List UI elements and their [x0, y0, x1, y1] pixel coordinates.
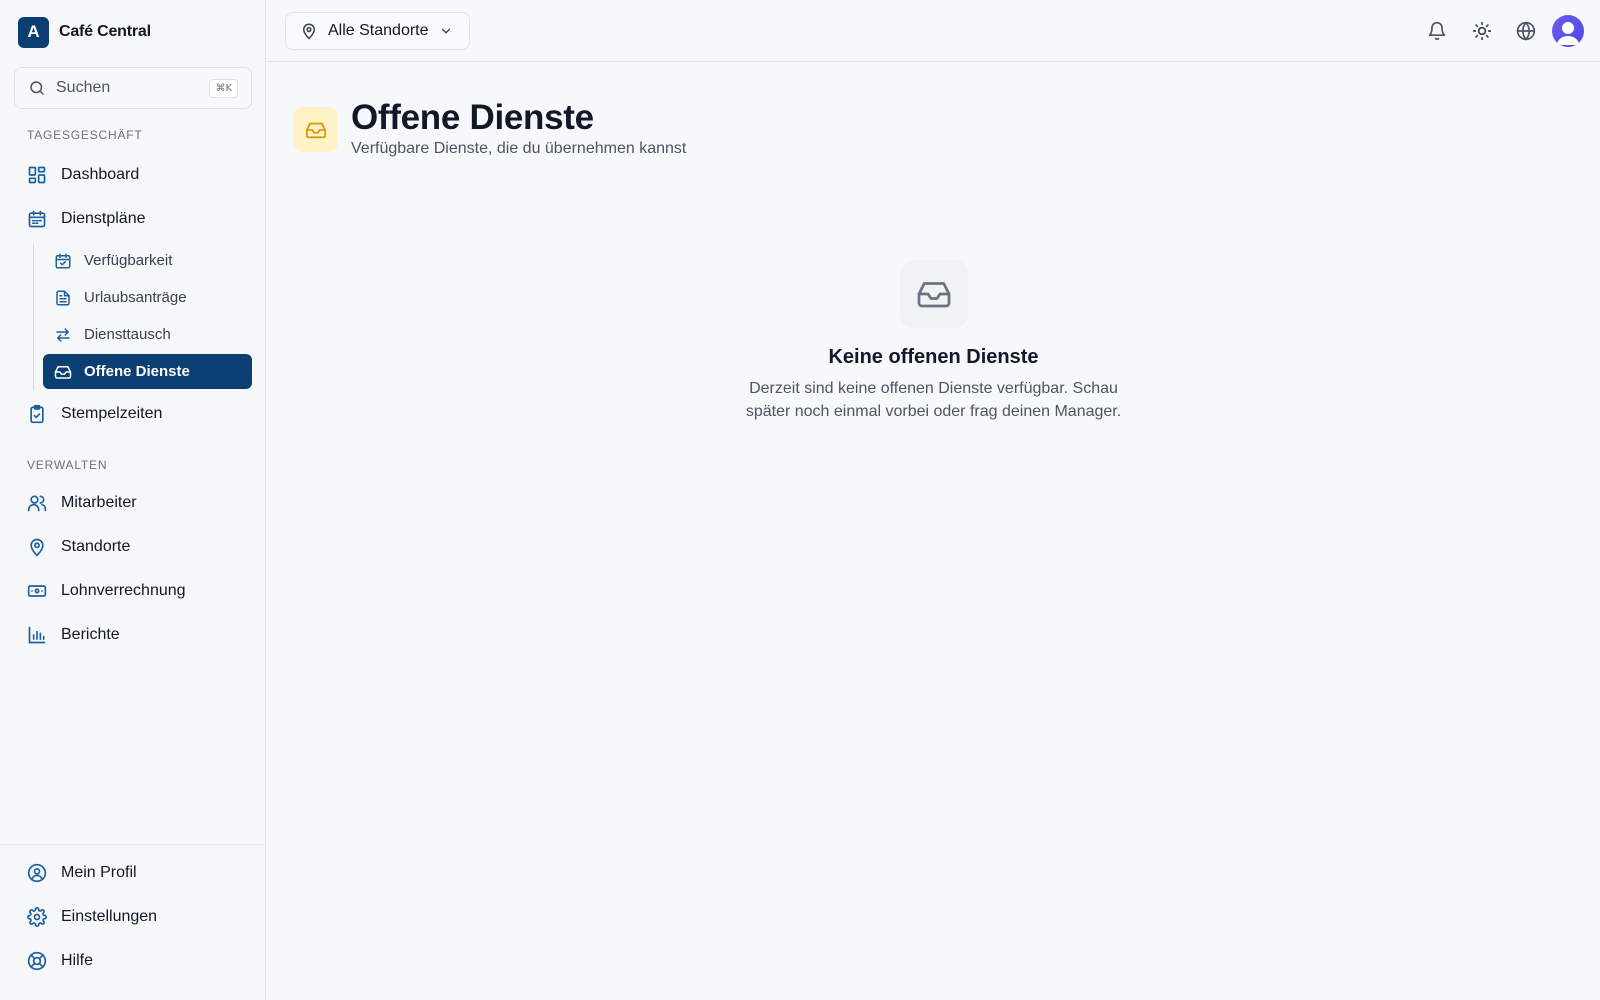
page-icon: [293, 107, 338, 152]
sidebar-item-label: Dashboard: [61, 166, 140, 183]
section-label-daily: TAGESGESCHÄFT: [27, 128, 143, 142]
bar-chart-icon: [28, 626, 46, 644]
sidebar-subitem-shift-swap[interactable]: Diensttausch: [43, 317, 252, 352]
sidebar-item-label: Stempelzeiten: [61, 405, 163, 422]
page-title: Offene Dienste: [351, 98, 594, 137]
empty-state: Keine offenen Dienste Derzeit sind keine…: [640, 260, 1227, 423]
empty-state-text: Derzeit sind keine offenen Dienste verfü…: [745, 380, 1122, 420]
chevron-down-icon: [441, 28, 450, 34]
sidebar-subitem-open-shifts[interactable]: Offene Dienste: [43, 354, 252, 389]
banknote-icon: [27, 585, 47, 597]
section-label-manage: VERWALTEN: [27, 458, 108, 472]
user-avatar-icon: [1557, 22, 1579, 45]
sidebar-item-locations[interactable]: Standorte: [14, 528, 252, 566]
sidebar-footer: Mein Profil Einstellungen Hilfe: [0, 844, 265, 1000]
sidebar-item-label: Hilfe: [61, 952, 94, 969]
sidebar-item-label: Mitarbeiter: [61, 494, 137, 511]
sidebar: A Café Central Suchen ⌘K TAGESGESCHÄFT D…: [0, 0, 266, 1000]
search-icon: [30, 81, 44, 95]
empty-state-icon-box: [899, 260, 968, 328]
inbox-icon: [54, 365, 72, 379]
dashboard-icon: [28, 166, 46, 184]
topbar: Alle Standorte: [266, 0, 1600, 62]
location-select-value: Alle Standorte: [328, 22, 429, 39]
users-icon: [27, 495, 47, 512]
language-button[interactable]: [1514, 19, 1538, 43]
sun-icon: [1472, 21, 1492, 41]
search-input[interactable]: Suchen ⌘K: [14, 67, 252, 109]
file-text-icon: [56, 290, 70, 305]
sidebar-item-dashboard[interactable]: Dashboard: [14, 156, 252, 194]
sidebar-item-label: Einstellungen: [61, 908, 158, 925]
brand[interactable]: A Café Central: [18, 16, 151, 48]
brand-logo: A: [18, 16, 49, 48]
sidebar-item-timesheets[interactable]: Stempelzeiten: [14, 395, 252, 433]
search-shortcut-badge: ⌘K: [209, 78, 238, 98]
sidebar-item-profile[interactable]: Mein Profil: [14, 854, 252, 892]
swap-arrows-icon: [56, 327, 70, 342]
brand-name: Café Central: [59, 23, 151, 40]
search-placeholder: Suchen: [56, 79, 111, 96]
theme-toggle-button[interactable]: [1470, 19, 1494, 43]
sidebar-subitem-label: Diensttausch: [84, 326, 171, 343]
sidebar-item-reports[interactable]: Berichte: [14, 616, 252, 654]
sidebar-item-label: Lohnverrechnung: [61, 582, 186, 599]
bell-icon: [1428, 21, 1446, 41]
page-subtitle: Verfügbare Dienste, die du übernehmen ka…: [351, 140, 687, 157]
sidebar-item-label: Berichte: [61, 626, 120, 643]
sidebar-item-label: Dienstpläne: [61, 210, 146, 227]
map-pin-icon: [30, 538, 44, 557]
gear-icon: [27, 907, 47, 927]
sidebar-item-label: Standorte: [61, 538, 131, 555]
notifications-button[interactable]: [1425, 19, 1449, 43]
calendar-icon: [28, 210, 46, 228]
sidebar-subitem-leave-requests[interactable]: Urlaubsanträge: [43, 280, 252, 315]
sidebar-item-employees[interactable]: Mitarbeiter: [14, 484, 252, 522]
inbox-icon: [305, 122, 326, 138]
sidebar-subitem-label: Offene Dienste: [84, 363, 190, 380]
calendar-check-icon: [55, 253, 71, 268]
sidebar-item-payroll[interactable]: Lohnverrechnung: [14, 572, 252, 610]
user-circle-icon: [27, 863, 47, 883]
inbox-icon: [917, 282, 950, 308]
sidebar-item-schedules[interactable]: Dienstpläne: [14, 200, 252, 238]
submenu-divider: [33, 244, 34, 390]
empty-state-title: Keine offenen Dienste: [828, 346, 1039, 368]
sidebar-subitem-label: Urlaubsanträge: [84, 289, 187, 306]
map-pin-icon: [302, 23, 316, 40]
sidebar-item-settings[interactable]: Einstellungen: [14, 898, 252, 936]
location-select[interactable]: Alle Standorte: [285, 12, 470, 50]
sidebar-item-label: Mein Profil: [61, 864, 137, 881]
sidebar-item-help[interactable]: Hilfe: [14, 942, 252, 980]
sidebar-subitem-label: Verfügbarkeit: [84, 252, 173, 269]
avatar[interactable]: [1552, 15, 1584, 47]
globe-icon: [1516, 21, 1536, 41]
sidebar-subitem-availability[interactable]: Verfügbarkeit: [43, 243, 252, 278]
life-buoy-icon: [27, 951, 47, 971]
clipboard-check-icon: [30, 404, 44, 424]
